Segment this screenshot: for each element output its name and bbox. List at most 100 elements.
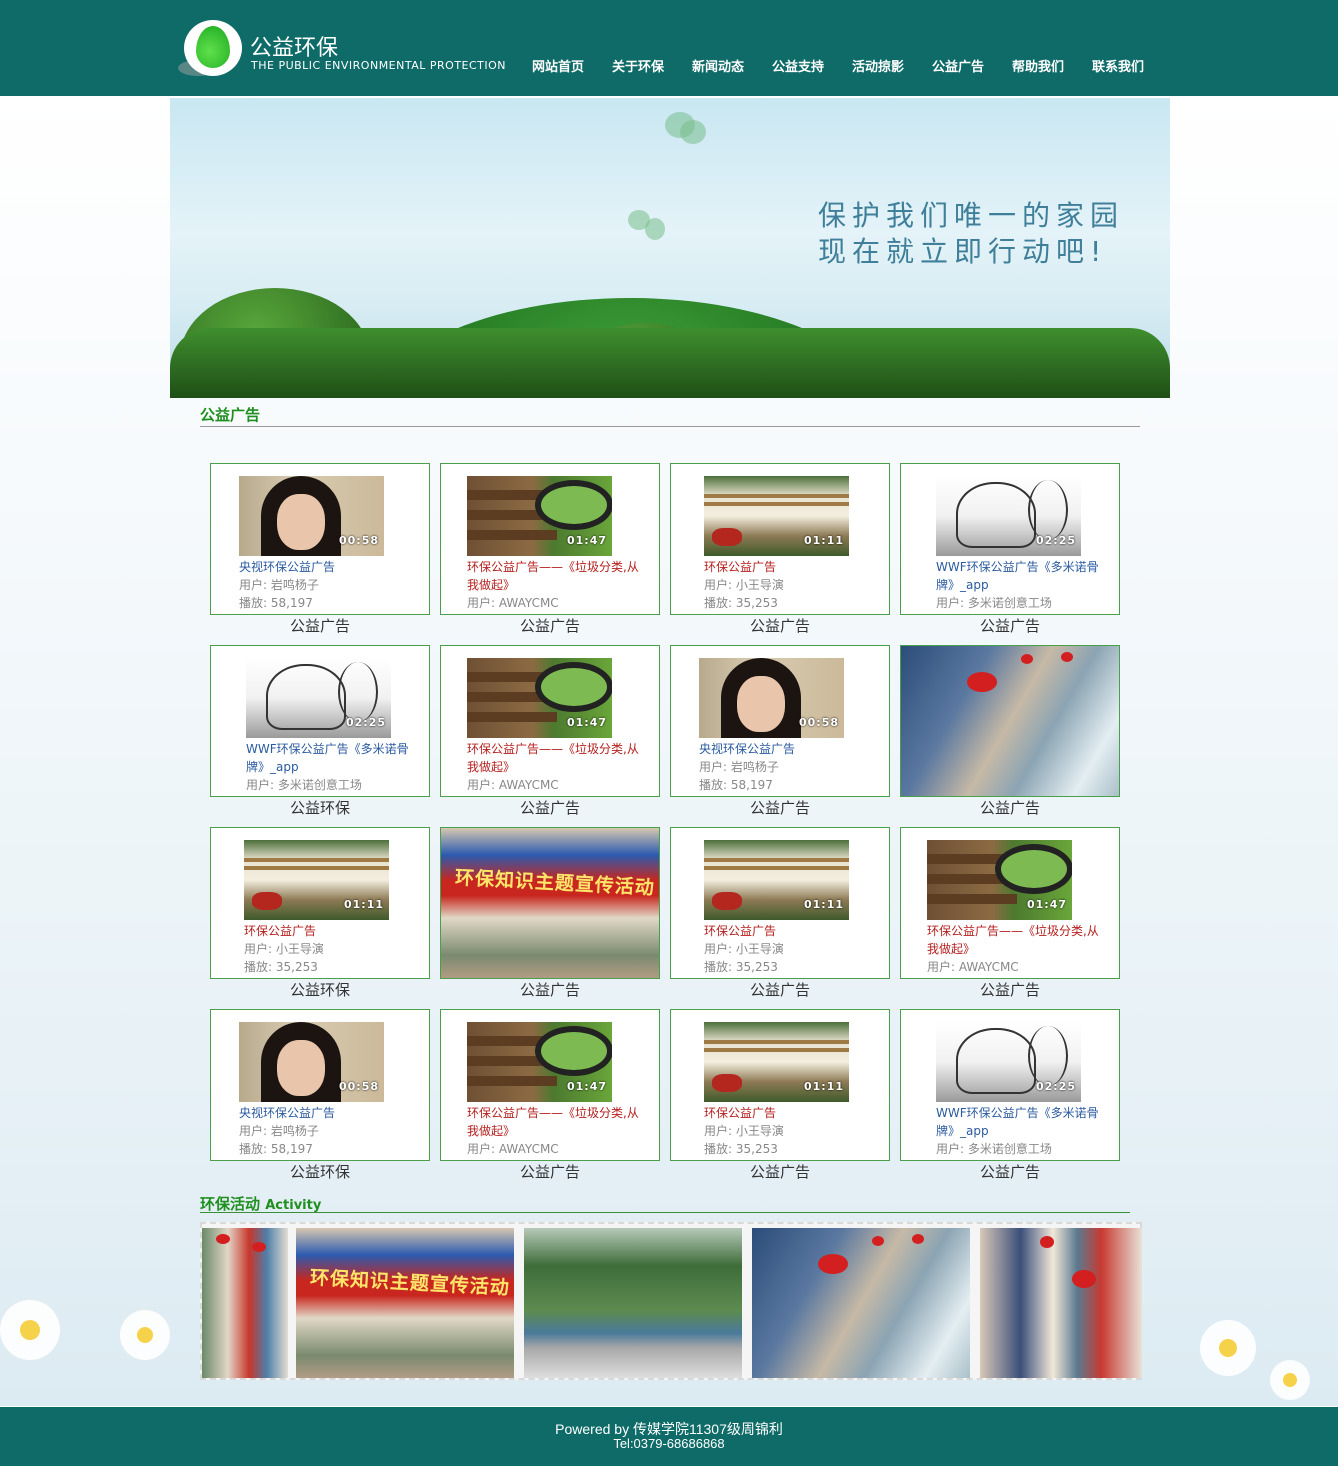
activity-photo[interactable] xyxy=(752,1228,970,1378)
ad-title-link[interactable]: 环保公益广告 xyxy=(704,1104,884,1122)
daisy-decoration xyxy=(0,1300,60,1360)
ad-title-link[interactable]: 环保公益广告 xyxy=(704,922,884,940)
nav-support[interactable]: 公益支持 xyxy=(758,56,838,75)
ad-meta-line: 用户: 多米诺创意工场 xyxy=(936,1142,1052,1156)
video-duration: 01:47 xyxy=(566,534,607,547)
ad-thumbnail[interactable]: 01:11 xyxy=(704,470,849,556)
ad-caption: 公益广告 xyxy=(979,799,1040,817)
ad-title-link[interactable]: 环保公益广告 xyxy=(704,558,884,576)
ad-card[interactable]: 01:47 环保公益广告——《垃圾分类,从我做起》用户: AWAYCMC xyxy=(900,827,1120,979)
ad-thumbnail[interactable]: 01:47 xyxy=(467,652,612,738)
main-nav: 网站首页 关于环保 新闻动态 公益支持 活动掠影 公益广告 帮助我们 联系我们 xyxy=(518,56,1158,75)
ad-caption: 公益广告 xyxy=(979,617,1040,635)
ad-card[interactable]: 01:47 环保公益广告——《垃圾分类,从我做起》用户: AWAYCMC xyxy=(440,645,660,797)
site-header: 公益环保 THE PUBLIC ENVIRONMENTAL PROTECTION… xyxy=(0,0,1338,96)
ad-caption: 公益广告 xyxy=(519,1163,580,1181)
ad-title-link[interactable]: WWF环保公益广告《多米诺骨牌》_app xyxy=(936,558,1116,594)
ad-title-link[interactable]: WWF环保公益广告《多米诺骨牌》_app xyxy=(936,1104,1116,1140)
site-footer: Powered by 传媒学院11307级周锦利 Tel:0379-686868… xyxy=(0,1407,1338,1466)
ad-meta-line: 用户: 小王导演 xyxy=(704,942,784,956)
ad-card[interactable]: 00:58 央视环保公益广告 用户: 岩鸣杨子 播放: 58,197 xyxy=(210,463,430,615)
ad-thumbnail[interactable]: 02:25 xyxy=(246,652,391,738)
ad-card[interactable]: 01:11 环保公益广告 用户: 小王导演 播放: 35,253 xyxy=(670,463,890,615)
ad-caption: 公益广告 xyxy=(519,799,580,817)
ad-thumbnail[interactable]: 00:58 xyxy=(699,652,844,738)
ad-card[interactable]: 01:11 环保公益广告 用户: 小王导演 播放: 35,253 xyxy=(670,1009,890,1161)
ad-card[interactable]: 02:25 WWF环保公益广告《多米诺骨牌》_app 用户: 多米诺创意工场 xyxy=(900,463,1120,615)
ad-card[interactable]: 00:58 央视环保公益广告 用户: 岩鸣杨子 播放: 58,197 xyxy=(670,645,890,797)
ad-title-link[interactable]: 环保公益广告 xyxy=(244,922,424,940)
ad-title-link[interactable]: 央视环保公益广告 xyxy=(239,1104,419,1122)
activity-photo[interactable]: 环保知识主题宣传活动 xyxy=(296,1228,514,1378)
logo-drop-icon[interactable] xyxy=(184,20,242,76)
ad-title-link[interactable]: 环保公益广告——《垃圾分类,从我做起》 xyxy=(467,740,647,776)
ad-thumbnail[interactable]: 01:11 xyxy=(704,834,849,920)
nav-contact[interactable]: 联系我们 xyxy=(1078,56,1158,75)
nav-news[interactable]: 新闻动态 xyxy=(678,56,758,75)
ad-card[interactable]: 01:11 环保公益广告 用户: 小王导演 播放: 35,253 xyxy=(670,827,890,979)
ad-caption: 公益广告 xyxy=(519,617,580,635)
banner-line-1: 保护我们唯一的家园 xyxy=(818,199,1125,232)
logo-title: 公益环保 xyxy=(250,36,339,61)
activity-strip: 环保知识主题宣传活动 xyxy=(200,1222,1142,1380)
ad-card[interactable]: 02:25 WWF环保公益广告《多米诺骨牌》_app 用户: 多米诺创意工场 xyxy=(210,645,430,797)
activity-photo[interactable] xyxy=(202,1228,288,1378)
ad-meta-line: 用户: 岩鸣杨子 xyxy=(239,578,319,592)
footer-phone: Tel:0379-68686868 xyxy=(613,1436,725,1451)
nav-home[interactable]: 网站首页 xyxy=(518,56,598,75)
ad-thumbnail[interactable]: 01:47 xyxy=(467,1016,612,1102)
logo-subtitle: THE PUBLIC ENVIRONMENTAL PROTECTION xyxy=(251,59,507,72)
clover-decoration xyxy=(645,218,665,240)
video-duration: 01:47 xyxy=(566,716,607,729)
ad-thumbnail[interactable]: 01:11 xyxy=(704,1016,849,1102)
ad-thumbnail[interactable]: 00:58 xyxy=(239,470,384,556)
ad-thumbnail[interactable]: 02:25 xyxy=(936,470,1081,556)
ad-card[interactable] xyxy=(900,645,1120,797)
ad-meta-line: 播放: 35,253 xyxy=(244,960,318,974)
nav-help[interactable]: 帮助我们 xyxy=(998,56,1078,75)
ad-title-link[interactable]: 央视环保公益广告 xyxy=(239,558,419,576)
clover-decoration xyxy=(680,120,706,144)
video-duration: 02:25 xyxy=(345,716,386,729)
ad-title-link[interactable]: 环保公益广告——《垃圾分类,从我做起》 xyxy=(467,1104,647,1140)
ad-title-link[interactable]: 央视环保公益广告 xyxy=(699,740,879,758)
ad-caption: 公益广告 xyxy=(289,617,350,635)
nav-about[interactable]: 关于环保 xyxy=(598,56,678,75)
ad-title-link[interactable]: 环保公益广告——《垃圾分类,从我做起》 xyxy=(927,922,1107,958)
tent-banner-text: 环保知识主题宣传活动 xyxy=(309,1266,511,1300)
ad-title-link[interactable]: 环保公益广告——《垃圾分类,从我做起》 xyxy=(467,558,647,594)
ad-card[interactable]: 02:25 WWF环保公益广告《多米诺骨牌》_app 用户: 多米诺创意工场 xyxy=(900,1009,1120,1161)
ad-card[interactable]: 01:11 环保公益广告 用户: 小王导演 播放: 35,253 xyxy=(210,827,430,979)
video-duration: 02:25 xyxy=(1035,1080,1076,1093)
ad-thumbnail[interactable]: 01:11 xyxy=(244,834,389,920)
ad-thumbnail[interactable]: 00:58 xyxy=(239,1016,384,1102)
activity-photo[interactable] xyxy=(524,1228,742,1378)
ad-caption: 公益广告 xyxy=(749,1163,810,1181)
ad-meta-line: 用户: AWAYCMC xyxy=(927,960,1019,974)
banner-line-2: 现在就立即行动吧! xyxy=(818,235,1108,268)
video-duration: 00:58 xyxy=(338,1080,379,1093)
ad-meta-line: 用户: 岩鸣杨子 xyxy=(239,1124,319,1138)
nav-activities[interactable]: 活动掠影 xyxy=(838,56,918,75)
ad-caption: 公益广告 xyxy=(749,799,810,817)
ad-thumbnail[interactable]: 01:47 xyxy=(467,470,612,556)
daisy-decoration xyxy=(1270,1360,1310,1400)
ad-thumbnail[interactable]: 02:25 xyxy=(936,1016,1081,1102)
ad-card[interactable]: 01:47 环保公益广告——《垃圾分类,从我做起》 用户: AWAYCMC xyxy=(440,1009,660,1161)
activity-title-en: Activity xyxy=(265,1198,322,1213)
ad-meta-line: 用户: AWAYCMC xyxy=(467,596,559,610)
activity-title-zh: 环保活动 xyxy=(200,1195,261,1213)
video-duration: 01:11 xyxy=(803,898,844,911)
nav-ads[interactable]: 公益广告 xyxy=(918,56,998,75)
ad-caption: 公益广告 xyxy=(979,1163,1040,1181)
ad-thumbnail[interactable]: 01:47 xyxy=(927,834,1072,920)
ad-card[interactable]: 01:47 环保公益广告——《垃圾分类,从我做起》用户: AWAYCMC xyxy=(440,463,660,615)
activity-photo[interactable] xyxy=(980,1228,1142,1378)
video-duration: 01:11 xyxy=(343,898,384,911)
ad-meta-line: 播放: 58,197 xyxy=(699,778,773,792)
ad-card[interactable]: 环保知识主题宣传活动 xyxy=(440,827,660,979)
daisy-decoration xyxy=(1200,1320,1256,1376)
ad-title-link[interactable]: WWF环保公益广告《多米诺骨牌》_app xyxy=(246,740,426,776)
ad-meta-line: 用户: AWAYCMC xyxy=(467,778,559,792)
ad-card[interactable]: 00:58 央视环保公益广告 用户: 岩鸣杨子 播放: 58,197 xyxy=(210,1009,430,1161)
